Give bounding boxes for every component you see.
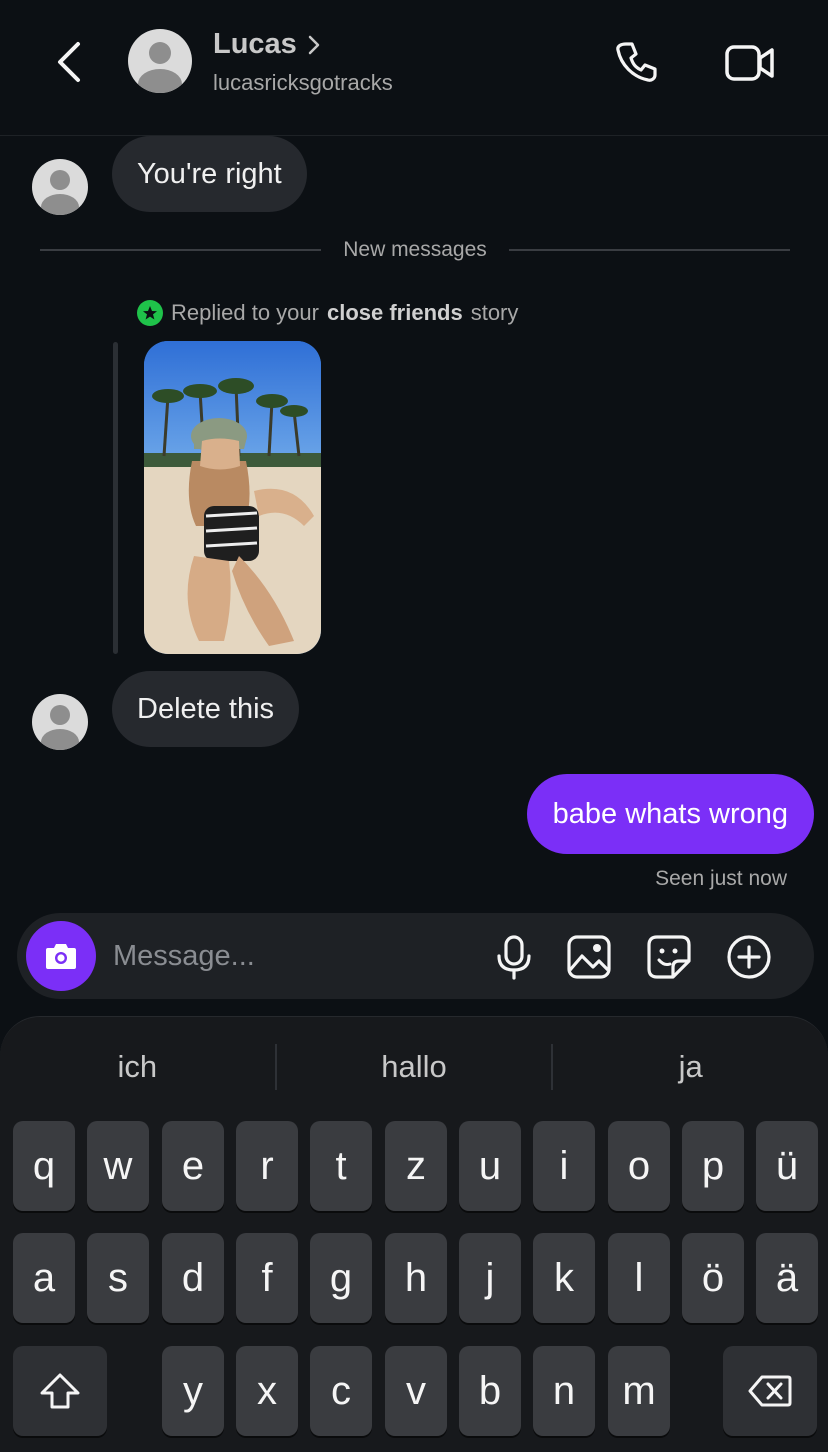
contact-name: Lucas xyxy=(213,28,297,60)
sticker-icon[interactable] xyxy=(646,934,692,980)
key-p[interactable]: p xyxy=(682,1121,744,1211)
camera-button[interactable] xyxy=(26,921,96,991)
back-arrow-icon[interactable] xyxy=(50,40,90,84)
seen-status: Seen just now xyxy=(655,867,787,890)
key-l[interactable]: l xyxy=(608,1233,670,1323)
key-a[interactable]: a xyxy=(13,1233,75,1323)
key-i[interactable]: i xyxy=(533,1121,595,1211)
gallery-icon[interactable] xyxy=(566,934,612,980)
phone-call-icon[interactable] xyxy=(612,38,660,86)
video-call-icon[interactable] xyxy=(724,38,776,86)
suggestion-item[interactable]: ja xyxy=(553,1049,828,1085)
keyboard: ich hallo ja q w e r t z u i o p ü a s d… xyxy=(0,1016,828,1452)
key-k[interactable]: k xyxy=(533,1233,595,1323)
key-oe[interactable]: ö xyxy=(682,1233,744,1323)
message-composer xyxy=(17,913,814,999)
key-y[interactable]: y xyxy=(162,1346,224,1436)
key-m[interactable]: m xyxy=(608,1346,670,1436)
key-ae[interactable]: ä xyxy=(756,1233,818,1323)
key-e[interactable]: e xyxy=(162,1121,224,1211)
shift-arrow-icon xyxy=(40,1373,80,1409)
chevron-right-icon xyxy=(308,35,320,54)
incoming-message[interactable]: You're right xyxy=(112,136,307,212)
new-messages-divider: New messages xyxy=(40,238,790,262)
key-ue[interactable]: ü xyxy=(756,1121,818,1211)
key-u[interactable]: u xyxy=(459,1121,521,1211)
key-z[interactable]: z xyxy=(385,1121,447,1211)
contact-username[interactable]: lucasricksgotracks xyxy=(213,70,393,96)
sender-avatar[interactable] xyxy=(32,694,88,750)
key-n[interactable]: n xyxy=(533,1346,595,1436)
caption-bold: close friends xyxy=(326,300,463,325)
story-image xyxy=(144,341,321,654)
key-j[interactable]: j xyxy=(459,1233,521,1323)
story-reply-caption: Replied to your close friends story xyxy=(137,300,518,326)
suggestion-item[interactable]: ich xyxy=(0,1049,275,1085)
incoming-message[interactable]: Delete this xyxy=(112,671,300,747)
contact-name-link[interactable]: Lucas xyxy=(213,28,321,61)
key-t[interactable]: t xyxy=(310,1121,372,1211)
camera-icon xyxy=(46,944,76,969)
close-friends-star-icon xyxy=(137,300,163,326)
key-r[interactable]: r xyxy=(236,1121,298,1211)
caption-prefix: Replied to your xyxy=(171,300,319,325)
chat-header: Lucas lucasricksgotracks xyxy=(0,0,828,136)
sender-avatar[interactable] xyxy=(32,159,88,215)
key-h[interactable]: h xyxy=(385,1233,447,1323)
key-d[interactable]: d xyxy=(162,1233,224,1323)
reply-indicator-bar xyxy=(113,342,118,654)
key-q[interactable]: q xyxy=(13,1121,75,1211)
backspace-icon xyxy=(748,1375,792,1407)
key-w[interactable]: w xyxy=(87,1121,149,1211)
key-c[interactable]: c xyxy=(310,1346,372,1436)
key-o[interactable]: o xyxy=(608,1121,670,1211)
contact-avatar[interactable] xyxy=(128,29,192,93)
suggestion-item[interactable]: hallo xyxy=(277,1049,552,1085)
outgoing-message[interactable]: babe whats wrong xyxy=(526,774,814,854)
key-f[interactable]: f xyxy=(236,1233,298,1323)
story-thumbnail[interactable] xyxy=(144,341,321,654)
microphone-icon[interactable] xyxy=(491,934,537,980)
key-v[interactable]: v xyxy=(385,1346,447,1436)
divider-label: New messages xyxy=(343,238,487,261)
key-g[interactable]: g xyxy=(310,1233,372,1323)
message-input[interactable] xyxy=(113,933,473,979)
add-icon[interactable] xyxy=(726,934,772,980)
key-b[interactable]: b xyxy=(459,1346,521,1436)
backspace-key[interactable] xyxy=(723,1346,817,1436)
key-x[interactable]: x xyxy=(236,1346,298,1436)
suggestion-bar: ich hallo ja xyxy=(0,1017,828,1117)
shift-key[interactable] xyxy=(13,1346,107,1436)
key-s[interactable]: s xyxy=(87,1233,149,1323)
caption-suffix: story xyxy=(470,300,519,325)
